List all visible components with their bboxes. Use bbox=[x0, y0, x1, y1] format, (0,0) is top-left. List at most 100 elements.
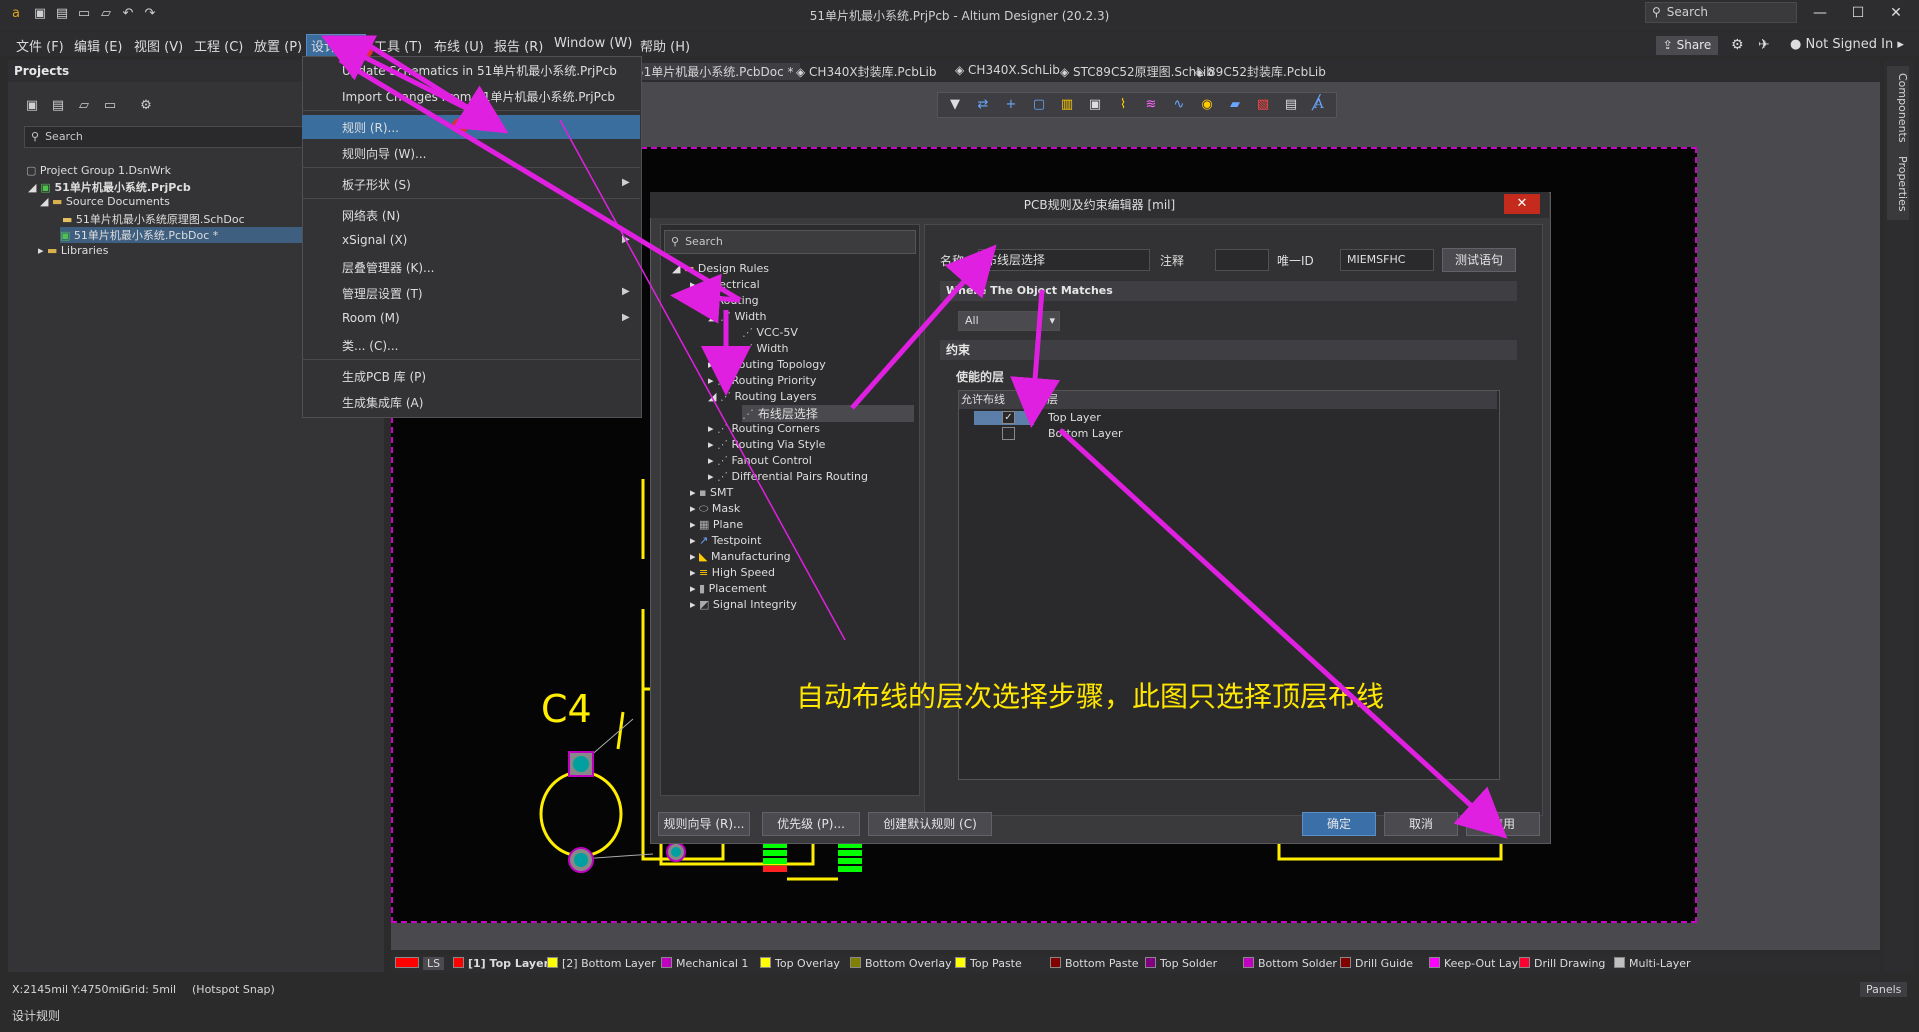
menu-import-changes[interactable]: Import Changes From 51单片机最小系统.PrjPcb bbox=[342, 88, 615, 105]
menu-rules[interactable]: 规则 (R)... bbox=[342, 119, 399, 136]
rules-search-input[interactable]: ⚲ Search bbox=[664, 230, 916, 254]
length-tune-icon[interactable]: ∿ bbox=[1170, 96, 1188, 114]
diff-pair-icon[interactable]: ≋ bbox=[1142, 96, 1160, 114]
notifications-icon[interactable]: ✈ bbox=[1758, 37, 1770, 53]
close-window-button[interactable]: ✕ bbox=[1876, 2, 1916, 24]
rule-tree-width[interactable]: ◢ ⋰ Width bbox=[708, 310, 766, 323]
layer-tab[interactable]: Drill Drawing bbox=[1519, 957, 1605, 970]
save-project-icon[interactable]: ▣ bbox=[24, 98, 40, 114]
select-rect-icon[interactable]: ▢ bbox=[1030, 96, 1048, 114]
menu-file[interactable]: 文件 (F) bbox=[16, 36, 64, 55]
menu-xsignal[interactable]: xSignal (X) bbox=[342, 233, 407, 247]
tree-schdoc[interactable]: ▬ 51单片机最小系统原理图.SchDoc bbox=[62, 211, 245, 227]
layer-tab[interactable]: Bottom Solder bbox=[1243, 957, 1337, 970]
tree-libraries[interactable]: ▸ ▬ Libraries bbox=[38, 244, 108, 257]
priorities-button[interactable]: 优先级 (P)... bbox=[762, 812, 860, 836]
menu-window[interactable]: Window (W) bbox=[554, 36, 632, 51]
tree-pcbdoc[interactable]: ▣ 51单片机最小系统.PcbDoc * bbox=[60, 227, 304, 243]
maximize-button[interactable]: ☐ bbox=[1838, 2, 1878, 24]
cancel-button[interactable]: 取消 bbox=[1384, 812, 1458, 836]
unique-id-input[interactable]: MIEMSFHC bbox=[1340, 249, 1434, 271]
menu-place[interactable]: 放置 (P) bbox=[254, 36, 302, 55]
menu-view[interactable]: 视图 (V) bbox=[134, 36, 183, 55]
menu-make-pcb-library[interactable]: 生成PCB 库 (P) bbox=[342, 368, 426, 385]
tab-89c52-pcblib[interactable]: ◈ 89C52封装库.PcbLib bbox=[1195, 63, 1326, 80]
settings-icon[interactable]: ⚙ bbox=[138, 98, 154, 114]
rule-tree-signal-integrity[interactable]: ▸ ◩ Signal Integrity bbox=[690, 598, 797, 611]
layer-tab[interactable]: [2] Bottom Layer bbox=[547, 957, 656, 970]
properties-panel-tab[interactable]: Properties bbox=[1887, 148, 1909, 220]
line-icon[interactable]: ╱ bbox=[1312, 95, 1320, 111]
layer-tab[interactable]: Bottom Overlay bbox=[850, 957, 952, 970]
rule-tree-diff-pairs[interactable]: ▸ ⋰ Differential Pairs Routing bbox=[708, 470, 868, 483]
menu-route[interactable]: 布线 (U) bbox=[434, 36, 484, 55]
layer-tab[interactable]: Top Overlay bbox=[760, 957, 840, 970]
rule-tree-fanout-control[interactable]: ▸ ⋰ Fanout Control bbox=[708, 454, 812, 467]
filter-icon[interactable]: ▼ bbox=[946, 96, 964, 114]
tab-ch340x-pcblib[interactable]: ◈ CH340X封装库.PcbLib bbox=[796, 63, 936, 80]
layer-tab[interactable]: Top Paste bbox=[955, 957, 1022, 970]
rule-tree-mask[interactable]: ▸ ⬭ Mask bbox=[690, 502, 740, 516]
bottom-layer-checkbox[interactable] bbox=[1002, 427, 1015, 440]
layer-set-selector[interactable]: LS bbox=[395, 957, 445, 970]
menu-project[interactable]: 工程 (C) bbox=[194, 36, 243, 55]
rule-tree-high-speed[interactable]: ▸ ≡ High Speed bbox=[690, 566, 775, 579]
menu-rule-wizard[interactable]: 规则向导 (W)... bbox=[342, 145, 427, 162]
rule-tree-routing-layers[interactable]: ◢ ⋰ Routing Layers bbox=[708, 390, 817, 403]
rule-wizard-button[interactable]: 规则向导 (R)... bbox=[658, 812, 750, 836]
menu-layer-stack-manager[interactable]: 层叠管理器 (K)... bbox=[342, 259, 435, 276]
menu-netlist[interactable]: 网络表 (N) bbox=[342, 207, 400, 224]
menu-reports[interactable]: 报告 (R) bbox=[494, 36, 543, 55]
global-search-input[interactable]: ⚲ Search bbox=[1645, 2, 1797, 23]
chart-icon[interactable]: ▥ bbox=[1058, 96, 1076, 114]
menu-make-integrated-library[interactable]: 生成集成库 (A) bbox=[342, 394, 423, 411]
layer-tab[interactable]: Multi-Layer bbox=[1614, 957, 1691, 970]
layer-tab[interactable]: Keep-Out Layer bbox=[1429, 957, 1530, 970]
layer-tab[interactable]: Mechanical 1 bbox=[661, 957, 748, 970]
menu-room[interactable]: Room (M) bbox=[342, 311, 400, 325]
rule-tree-manufacturing[interactable]: ▸ ◣ Manufacturing bbox=[690, 550, 791, 563]
rule-name-input[interactable]: 布线层选择 bbox=[978, 249, 1150, 271]
gear-icon[interactable]: ⚙ bbox=[1731, 37, 1744, 53]
route-icon[interactable]: ⇄ bbox=[974, 96, 992, 114]
menu-edit[interactable]: 编辑 (E) bbox=[74, 36, 123, 55]
test-query-button[interactable]: 测试语句 bbox=[1442, 248, 1516, 272]
folder-icon[interactable]: ▭ bbox=[102, 98, 118, 114]
create-default-rules-button[interactable]: 创建默认规则 (C) bbox=[868, 812, 992, 836]
crosshair-icon[interactable]: + bbox=[1002, 96, 1020, 114]
components-panel-tab[interactable]: Components bbox=[1887, 66, 1909, 150]
rule-tree-placement[interactable]: ▸ ▮ Placement bbox=[690, 582, 767, 595]
tree-source-documents[interactable]: ◢ ▬ Source Documents bbox=[40, 195, 170, 208]
rule-tree-routing-layer-select[interactable]: ⋰ 布线层选择 bbox=[742, 405, 914, 422]
tree-project-group[interactable]: ▢ Project Group 1.DsnWrk bbox=[26, 164, 171, 177]
menu-tools[interactable]: 工具 (T) bbox=[374, 36, 422, 55]
rule-tree-routing-priority[interactable]: ▸ ⋰ Routing Priority bbox=[708, 374, 816, 387]
tree-project[interactable]: ◢ ▣ 51单片机最小系统.PrjPcb bbox=[28, 179, 191, 195]
account-menu[interactable]: ● Not Signed In ▸ bbox=[1790, 37, 1904, 52]
interactive-route-icon[interactable]: ⌇ bbox=[1114, 96, 1132, 114]
rule-tree-electrical[interactable]: ▸ ⌁ Electrical bbox=[690, 278, 760, 291]
share-button[interactable]: ⇪ Share bbox=[1656, 36, 1718, 55]
rule-tree-routing-topology[interactable]: ▸ ⋰ Routing Topology bbox=[708, 358, 826, 371]
apply-button[interactable]: 应用 bbox=[1466, 812, 1540, 836]
rule-tree-routing-corners[interactable]: ▸ ⋰ Routing Corners bbox=[708, 422, 820, 435]
copy-icon[interactable]: ▤ bbox=[50, 98, 66, 114]
rule-tree-width-rule[interactable]: ⋰ Width bbox=[742, 342, 788, 355]
menu-manage-layer-sets[interactable]: 管理层设置 (T) bbox=[342, 285, 423, 302]
via-icon[interactable]: ◉ bbox=[1198, 96, 1216, 114]
menu-help[interactable]: 帮助 (H) bbox=[640, 36, 690, 55]
polygon-icon[interactable]: ▧ bbox=[1254, 96, 1272, 114]
rule-tree-routing-via-style[interactable]: ▸ ⋰ Routing Via Style bbox=[708, 438, 825, 451]
panels-button[interactable]: Panels bbox=[1860, 982, 1908, 997]
layer-tab[interactable]: Bottom Paste bbox=[1050, 957, 1139, 970]
dimension-icon[interactable]: ▤ bbox=[1282, 96, 1300, 114]
layer-tab[interactable]: Drill Guide bbox=[1340, 957, 1413, 970]
rule-tree-vcc-5v[interactable]: ⋰ VCC-5V bbox=[742, 326, 798, 339]
rule-tree-design-rules[interactable]: ◢ ▬ Design Rules bbox=[672, 262, 769, 275]
menu-board-shape[interactable]: 板子形状 (S) bbox=[342, 176, 411, 193]
tab-ch340x-schlib[interactable]: ◈ CH340X.SchLib bbox=[955, 63, 1060, 77]
rule-tree-testpoint[interactable]: ▸ ↗ Testpoint bbox=[690, 534, 761, 547]
ok-button[interactable]: 确定 bbox=[1302, 812, 1376, 836]
rule-tree-smt[interactable]: ▸ ▪ SMT bbox=[690, 486, 733, 499]
fill-icon[interactable]: ▰ bbox=[1226, 96, 1244, 114]
